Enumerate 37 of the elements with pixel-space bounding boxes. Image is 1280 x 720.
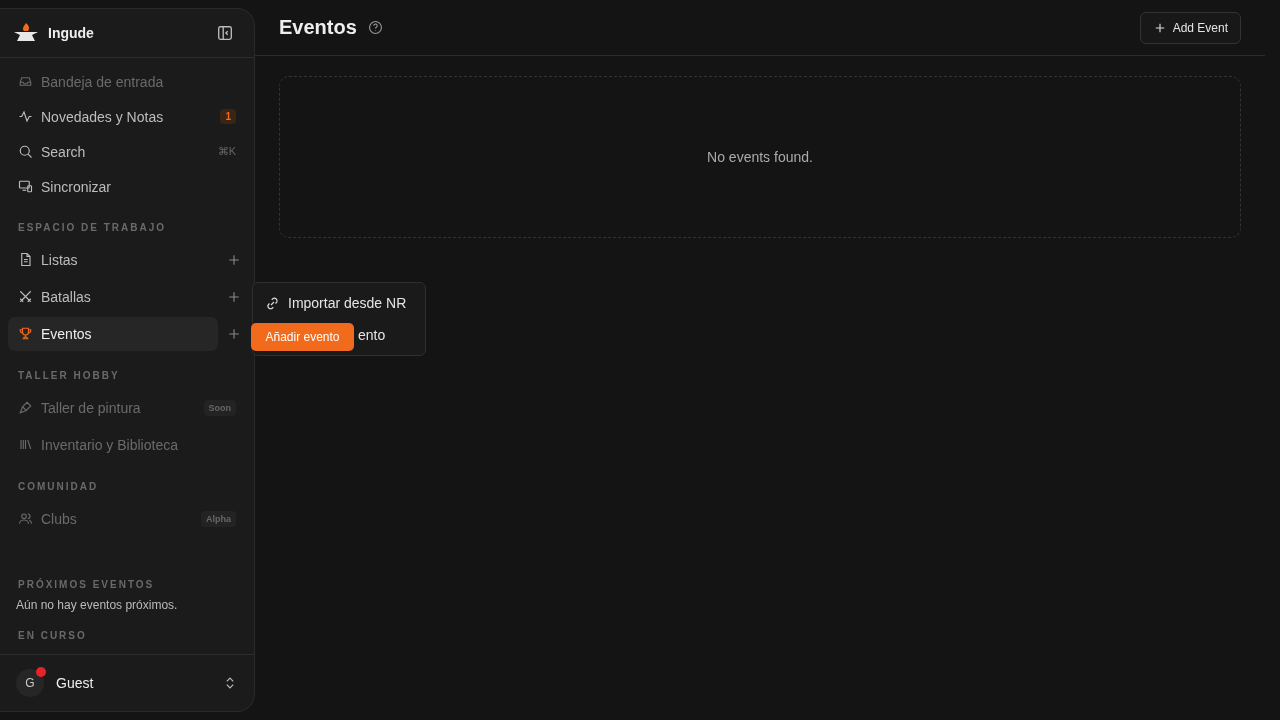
nav-item[interactable]: Listas xyxy=(8,242,218,277)
sidebar-collapse-icon[interactable] xyxy=(216,24,234,42)
inbox-icon xyxy=(18,74,33,89)
link-icon xyxy=(265,295,280,311)
nav-item[interactable]: Novedades y Notas 1 xyxy=(8,99,246,134)
activity-icon xyxy=(18,109,33,124)
search-icon xyxy=(18,144,33,159)
nav-item[interactable]: Sincronizar xyxy=(8,169,246,204)
section-heading: TALLER HOBBY xyxy=(17,369,121,383)
page-title: Eventos xyxy=(279,16,357,39)
brush-icon xyxy=(18,400,33,415)
avatar[interactable]: G xyxy=(16,669,44,697)
user-name: Guest xyxy=(56,675,95,691)
keyboard-shortcut: ⌘K xyxy=(217,145,236,158)
doc-icon xyxy=(18,252,33,267)
brand-name: Ingude xyxy=(48,25,95,41)
status-tag: Soon xyxy=(203,399,236,416)
section-heading: PRÓXIMOS EVENTOS xyxy=(17,577,156,592)
section-heading: EN CURSO xyxy=(17,629,88,643)
section-heading: COMUNIDAD xyxy=(17,480,100,494)
help-icon[interactable] xyxy=(366,19,384,36)
status-tag: Alpha xyxy=(201,510,236,527)
nav-item[interactable]: Search ⌘K xyxy=(8,134,246,169)
empty-message: No events found. xyxy=(707,149,813,165)
users-icon xyxy=(18,511,33,526)
menu-item[interactable]: Importar desde NR xyxy=(253,287,425,319)
add-event-button[interactable]: Add Event xyxy=(1139,11,1241,44)
count-badge: 1 xyxy=(220,109,236,124)
anvil-flame-logo-icon xyxy=(12,22,40,44)
tooltip: Añadir evento xyxy=(251,323,354,351)
section-heading: ESPACIO DE TRABAJO xyxy=(17,221,168,235)
nav-item[interactable]: Eventos xyxy=(8,316,218,351)
nav-item[interactable]: Batallas xyxy=(8,279,218,314)
swords-icon xyxy=(18,289,33,304)
empty-message: Aún no hay eventos próximos. xyxy=(15,598,179,612)
library-icon xyxy=(18,437,33,452)
trophy-icon xyxy=(18,326,33,341)
